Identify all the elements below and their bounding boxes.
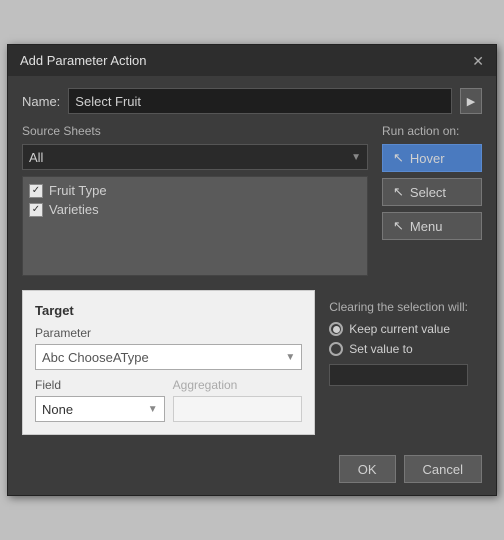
cursor-select-icon: ↖: [393, 184, 404, 200]
aggregation-dropdown[interactable]: [173, 396, 303, 422]
name-row: Name: ▶: [22, 88, 482, 114]
source-dropdown-value: All: [29, 150, 43, 165]
source-left: Source Sheets All ▼ ✓ Fruit Type ✓ Varie…: [22, 124, 368, 276]
run-action-label: Run action on:: [382, 124, 482, 138]
add-parameter-action-dialog: Add Parameter Action ✕ Name: ▶ Source Sh…: [7, 44, 497, 496]
name-input[interactable]: [68, 88, 452, 114]
cursor-menu-icon: ↖: [393, 218, 404, 234]
source-section: Source Sheets All ▼ ✓ Fruit Type ✓ Varie…: [22, 124, 482, 276]
keep-current-radio[interactable]: [329, 322, 343, 336]
fruit-type-checkbox[interactable]: ✓: [29, 184, 43, 198]
hover-button[interactable]: ↖ Hover: [382, 144, 482, 172]
menu-button[interactable]: ↖ Menu: [382, 212, 482, 240]
keep-current-label: Keep current value: [349, 322, 450, 336]
dialog-footer: OK Cancel: [8, 447, 496, 495]
name-arrow-button[interactable]: ▶: [460, 88, 482, 114]
field-dropdown[interactable]: None ▼: [35, 396, 165, 422]
field-value: None: [42, 402, 73, 417]
parameter-dropdown[interactable]: Abc ChooseAType ▼: [35, 344, 302, 370]
dialog-title: Add Parameter Action: [20, 53, 146, 68]
target-title: Target: [35, 303, 302, 318]
varieties-label: Varieties: [49, 202, 99, 217]
source-dropdown[interactable]: All ▼: [22, 144, 368, 170]
hover-label: Hover: [410, 151, 445, 166]
ok-button[interactable]: OK: [339, 455, 396, 483]
cancel-button[interactable]: Cancel: [404, 455, 482, 483]
target-card: Target Parameter Abc ChooseAType ▼ Field…: [22, 290, 315, 435]
source-list: ✓ Fruit Type ✓ Varieties: [22, 176, 368, 276]
source-dropdown-chevron: ▼: [351, 152, 361, 163]
set-value-radio[interactable]: [329, 342, 343, 356]
set-value-row[interactable]: Set value to: [329, 342, 468, 356]
name-label: Name:: [22, 94, 60, 109]
parameter-label: Parameter: [35, 326, 302, 340]
aggregation-column: Aggregation: [173, 378, 303, 422]
select-label: Select: [410, 185, 446, 200]
field-dropdown-chevron: ▼: [148, 404, 158, 415]
fruit-type-label: Fruit Type: [49, 183, 107, 198]
field-agg-row: Field None ▼ Aggregation: [35, 378, 302, 422]
clearing-section: Clearing the selection will: Keep curren…: [315, 290, 482, 396]
run-action-section: Run action on: ↖ Hover ↖ Select ↖ Menu: [382, 124, 482, 276]
keep-current-row[interactable]: Keep current value: [329, 322, 468, 336]
set-value-input[interactable]: [329, 364, 468, 386]
title-bar: Add Parameter Action ✕: [8, 45, 496, 76]
list-item[interactable]: ✓ Varieties: [29, 202, 361, 217]
cursor-hover-icon: ↖: [393, 150, 404, 166]
close-button[interactable]: ✕: [472, 54, 484, 68]
source-sheets-label: Source Sheets: [22, 124, 368, 138]
parameter-dropdown-chevron: ▼: [285, 352, 295, 363]
bottom-section: Target Parameter Abc ChooseAType ▼ Field…: [22, 290, 482, 435]
varieties-checkbox[interactable]: ✓: [29, 203, 43, 217]
field-label: Field: [35, 378, 165, 392]
aggregation-label: Aggregation: [173, 378, 303, 392]
clearing-label: Clearing the selection will:: [329, 300, 468, 314]
set-value-label: Set value to: [349, 342, 412, 356]
list-item[interactable]: ✓ Fruit Type: [29, 183, 361, 198]
select-button[interactable]: ↖ Select: [382, 178, 482, 206]
dialog-body: Name: ▶ Source Sheets All ▼ ✓ Fruit Type: [8, 76, 496, 447]
menu-label: Menu: [410, 219, 443, 234]
parameter-dropdown-value: Abc ChooseAType: [42, 350, 149, 365]
field-column: Field None ▼: [35, 378, 165, 422]
